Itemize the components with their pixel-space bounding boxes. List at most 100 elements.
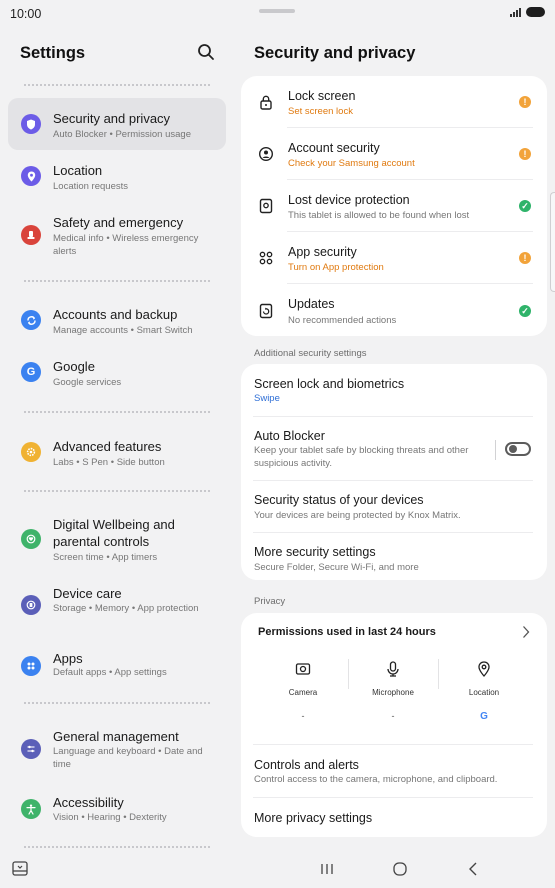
divider <box>495 440 496 460</box>
row-subtitle: Turn on App protection <box>288 262 384 273</box>
divider <box>438 659 439 689</box>
controls-and-alerts-row[interactable]: Controls and alerts Control access to th… <box>241 745 547 797</box>
lost-device-protection-row[interactable]: Lost device protection This tablet is al… <box>241 180 547 232</box>
sidebar-item-location[interactable]: Location Location requests <box>8 154 226 198</box>
sidebar-item-safety-and-emergency[interactable]: Safety and emergency Medical info • Wire… <box>8 206 226 264</box>
status-time: 10:00 <box>10 7 42 21</box>
row-title: Updates <box>288 297 335 311</box>
row-title: Auto Blocker <box>254 429 325 443</box>
row-subtitle: Swipe <box>254 393 280 404</box>
checkmark-icon: ✓ <box>519 200 531 212</box>
recent-apps-icon[interactable] <box>318 860 336 878</box>
more-security-settings-row[interactable]: More security settings Secure Folder, Se… <box>241 532 547 580</box>
settings-menu-panel: Settings Security and privacy Auto Block… <box>0 28 232 848</box>
navigation-bar <box>0 848 555 888</box>
sidebar-item-subtitle: Medical info • Wireless emergency alerts <box>53 233 199 257</box>
location-pin-icon <box>21 166 41 186</box>
settings-title: Settings <box>20 44 86 62</box>
sidebar-item-device-care[interactable]: Device care Storage • Memory • App prote… <box>8 580 226 630</box>
warning-icon: ! <box>519 96 531 108</box>
screen-lock-and-biometrics-row[interactable]: Screen lock and biometrics Swipe <box>241 364 547 416</box>
toggle-knob <box>509 445 517 453</box>
sidebar-item-label: Apps <box>53 651 83 666</box>
checkmark-icon: ✓ <box>519 305 531 317</box>
sidebar-item-label: Safety and emergency <box>53 215 184 230</box>
row-subtitle: Check your Samsung account <box>288 158 415 169</box>
battery-icon <box>526 7 545 17</box>
sidebar-item-label: Device care <box>53 586 122 601</box>
sidebar-item-label: Advanced features <box>53 439 162 454</box>
sidebar-item-apps[interactable]: Apps Default apps • App settings <box>8 646 226 690</box>
gear-star-icon <box>21 442 41 462</box>
update-icon <box>259 303 273 319</box>
sidebar-item-security-and-privacy[interactable]: Security and privacy Auto Blocker • Perm… <box>8 98 226 150</box>
row-title: Security status of your devices <box>254 493 424 507</box>
lost-device-icon <box>259 198 273 214</box>
sidebar-item-accessibility[interactable]: Accessibility Vision • Hearing • Dexteri… <box>8 790 226 834</box>
permission-location[interactable]: Location G <box>440 661 528 723</box>
edge-panel-handle[interactable] <box>550 192 555 292</box>
row-title: Account security <box>288 141 380 155</box>
lock-screen-row[interactable]: Lock screen Set screen lock ! <box>241 76 547 128</box>
privacy-card: Permissions used in last 24 hours Camera… <box>241 613 547 837</box>
sidebar-item-subtitle: Storage • Memory • App protection <box>53 603 199 614</box>
drag-handle[interactable] <box>259 9 295 13</box>
sidebar-item-subtitle: Language and keyboard • Date and time <box>53 746 203 770</box>
sidebar-item-subtitle: Google services <box>53 377 122 388</box>
row-subtitle: Keep your tablet safe by blocking threat… <box>254 445 469 469</box>
permission-label: Microphone <box>372 688 414 697</box>
sidebar-item-label: Accounts and backup <box>53 307 178 322</box>
heart-icon <box>21 529 41 549</box>
permissions-used-row[interactable]: Permissions used in last 24 hours <box>241 613 547 653</box>
additional-security-card: Screen lock and biometrics Swipe Auto Bl… <box>241 364 547 580</box>
section-label-privacy: Privacy <box>254 596 286 607</box>
sidebar-item-subtitle: Manage accounts • Smart Switch <box>53 325 193 336</box>
security-status-of-devices-row[interactable]: Security status of your devices Your dev… <box>241 480 547 531</box>
permissions-title: Permissions used in last 24 hours <box>258 626 436 638</box>
google-app-icon: G <box>480 711 488 722</box>
warning-icon: ! <box>519 252 531 264</box>
sidebar-item-general-management[interactable]: General management Language and keyboard… <box>8 724 226 774</box>
search-icon[interactable] <box>196 42 216 62</box>
app-security-icon <box>259 251 273 265</box>
sidebar-item-label: Security and privacy <box>53 111 171 126</box>
sidebar-item-digital-wellbeing[interactable]: Digital Wellbeing and parental controls … <box>8 510 226 568</box>
row-title: More privacy settings <box>254 811 373 825</box>
padlock-icon <box>260 95 272 110</box>
permission-label: Camera <box>288 688 318 697</box>
sidebar-item-subtitle: Location requests <box>53 181 128 192</box>
emergency-icon <box>21 225 41 245</box>
row-title: Controls and alerts <box>254 758 359 772</box>
back-icon[interactable] <box>465 860 483 878</box>
auto-blocker-row[interactable]: Auto Blocker Keep your tablet safe by bl… <box>241 416 547 479</box>
home-icon[interactable] <box>391 860 409 878</box>
status-bar: 10:00 <box>0 0 555 28</box>
camera-icon <box>295 663 311 675</box>
row-subtitle: No recommended actions <box>288 315 397 326</box>
more-privacy-settings-row[interactable]: More privacy settings <box>241 797 547 837</box>
row-subtitle: Secure Folder, Secure Wi-Fi, and more <box>254 562 419 573</box>
permission-camera[interactable]: Camera - <box>259 661 347 723</box>
permission-microphone[interactable]: Microphone - <box>349 661 437 723</box>
security-status-card: Lock screen Set screen lock ! Account se… <box>241 76 547 336</box>
row-title: Lost device protection <box>288 193 410 207</box>
sidebar-item-google[interactable]: G Google Google services <box>8 350 226 394</box>
account-security-row[interactable]: Account security Check your Samsung acco… <box>241 128 547 180</box>
auto-blocker-toggle[interactable] <box>505 442 531 456</box>
sidebar-item-advanced-features[interactable]: Advanced features Labs • S Pen • Side bu… <box>8 430 226 474</box>
accessibility-icon <box>21 799 41 819</box>
updates-row[interactable]: Updates No recommended actions ✓ <box>241 284 547 336</box>
row-subtitle: Set screen lock <box>288 106 353 117</box>
warning-icon: ! <box>519 148 531 160</box>
taskbar-toggle-icon[interactable] <box>11 860 29 878</box>
divider <box>24 84 210 86</box>
row-title: App security <box>288 245 357 259</box>
permission-label: Location <box>468 688 500 697</box>
app-security-row[interactable]: App security Turn on App protection ! <box>241 232 547 284</box>
section-label-additional-security: Additional security settings <box>254 348 367 359</box>
sidebar-item-subtitle: Default apps • App settings <box>53 667 167 678</box>
divider <box>24 702 210 704</box>
device-care-icon <box>21 595 41 615</box>
chevron-right-icon <box>523 626 530 638</box>
sidebar-item-accounts-and-backup[interactable]: Accounts and backup Manage accounts • Sm… <box>8 298 226 342</box>
